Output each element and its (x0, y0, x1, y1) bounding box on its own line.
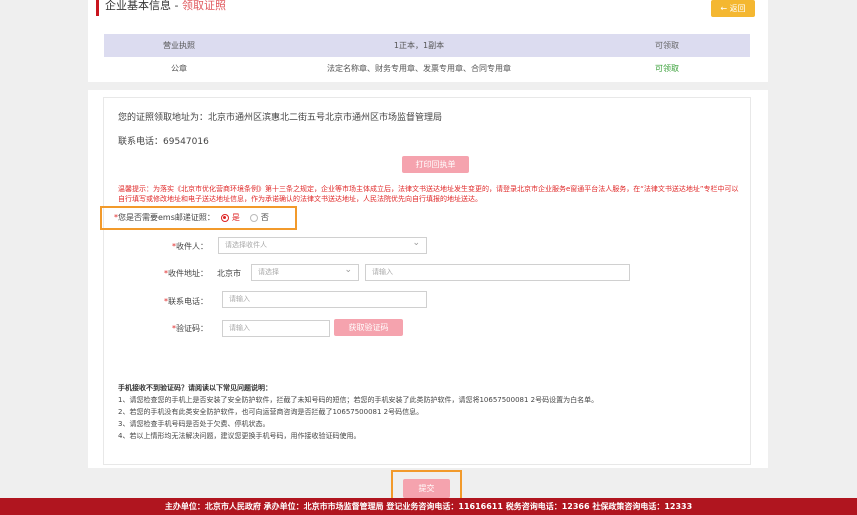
back-button[interactable]: ← 返回 (711, 0, 755, 17)
license-detail: 法定名称章、财务专用章、发票专用章、合同专用章 (254, 57, 584, 80)
submit-button[interactable]: 提交 (403, 479, 450, 498)
get-code-button[interactable]: 获取验证码 (334, 319, 403, 336)
code-label: *验证码： (172, 324, 208, 333)
address-detail-input[interactable]: 请输入 (365, 264, 630, 281)
faq-section: 手机接收不到验证码？请阅读以下常见问题说明： 1、请您检查您的手机上是否安装了安… (118, 382, 598, 442)
page-title-main: 企业基本信息 (105, 0, 171, 12)
site-footer: 主办单位：北京市人民政府 承办单位：北京市市场监督管理局 登记业务咨询电话：11… (0, 498, 857, 515)
page-title-sub: 领取证照 (181, 0, 226, 12)
license-name: 营业执照 (104, 34, 254, 57)
pickup-phone: 联系电话：69547016 (118, 137, 209, 147)
license-status: 可领取 (584, 34, 750, 57)
faq-item: 2、若您的手机没有此类安全防护软件，也可向运营商咨询是否拦截了106575000… (118, 408, 424, 416)
ems-radio-group: * 您是否需要ems邮递证照： 是 否 (114, 212, 269, 223)
table-row: 营业执照 1正本，1副本 可领取 (104, 34, 750, 57)
license-name: 公章 (104, 57, 254, 80)
license-table: 营业执照 1正本，1副本 可领取 公章 法定名称章、财务专用章、发票专用章、合同… (104, 34, 750, 80)
page-title-separator: - (171, 0, 182, 12)
faq-item: 1、请您检查您的手机上是否安装了安全防护软件，拦截了未知号码的短信；若您的手机安… (118, 396, 599, 404)
recipient-select[interactable]: 请选择收件人 (218, 236, 427, 254)
license-detail: 1正本，1副本 (254, 34, 584, 57)
faq-item: 3、请您检查手机号码是否处于欠费、停机状态。 (118, 420, 270, 428)
address-city: 北京市 (217, 269, 241, 278)
district-select[interactable]: 请选择 (251, 263, 359, 281)
code-input[interactable]: 请输入 (222, 320, 330, 337)
table-row: 公章 法定名称章、财务专用章、发票专用章、合同专用章 可领取 (104, 57, 750, 80)
address-label: *收件地址： (164, 269, 208, 278)
faq-title: 手机接收不到验证码？请阅读以下常见问题说明： (118, 384, 272, 392)
recipient-label: *收件人： (172, 242, 208, 251)
faq-item: 4、若以上情形均无法解决问题，建议您更换手机号码，用作接收验证码使用。 (118, 432, 361, 440)
ems-no-label[interactable]: 否 (261, 212, 269, 223)
phone-input[interactable]: 请输入 (222, 291, 427, 308)
license-status: 可领取 (584, 57, 750, 80)
print-receipt-button[interactable]: 打印回执单 (402, 156, 469, 173)
warm-tip: 温馨提示：为落实《北京市优化营商环境条例》第十三条之规定，企业等市场主体成立后，… (118, 185, 739, 203)
ems-question: 您是否需要ems邮递证照： (118, 213, 215, 222)
pickup-address: 您的证照领取地址为：北京市通州区滨惠北二街五号北京市通州区市场监督管理局 (118, 113, 443, 123)
page-title: 企业基本信息 - 领取证照 (96, 0, 226, 16)
ems-yes-label[interactable]: 是 (232, 212, 240, 223)
phone-label: *联系电话： (164, 297, 208, 306)
ems-no-radio[interactable] (249, 213, 258, 222)
ems-yes-radio[interactable] (220, 213, 229, 222)
